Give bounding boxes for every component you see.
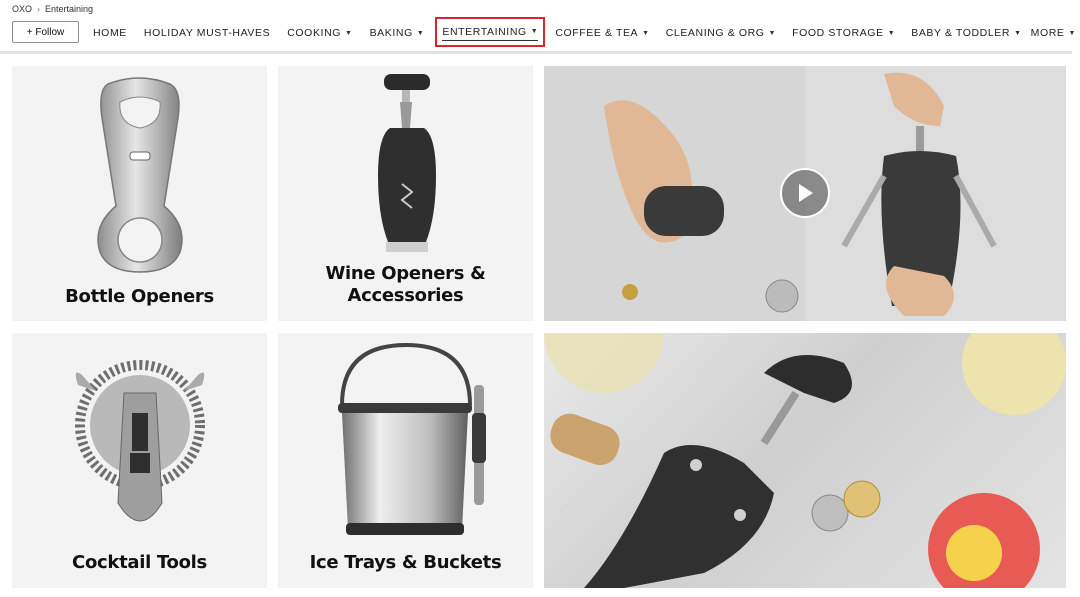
tile-label: Cocktail Tools	[72, 552, 207, 573]
nav-item-baby-toddler[interactable]: BABY & TODDLER ▼	[911, 27, 1021, 39]
nav-divider	[0, 51, 1072, 54]
nav-item-food-storage[interactable]: FOOD STORAGE ▼	[792, 27, 895, 39]
nav-item-more[interactable]: MORE ▼	[1031, 27, 1076, 39]
caret-down-icon: ▼	[887, 29, 896, 37]
nav-item-coffee-tea[interactable]: COFFEE & TEA ▼	[555, 27, 649, 39]
nav-item-label: BABY & TODDLER	[911, 27, 1011, 39]
lifestyle-corkscrew-image	[544, 333, 1066, 588]
nav-item-home[interactable]: HOME	[93, 27, 127, 39]
follow-button[interactable]: + Follow	[12, 21, 79, 43]
tile-label: Ice Trays & Buckets	[309, 552, 502, 573]
nav-item-label: ENTERTAINING	[442, 25, 527, 38]
nav-item-label: HOME	[93, 27, 127, 39]
breadcrumb: OXO › Entertaining	[12, 4, 93, 14]
tile-label-line1: Wine Openers &	[325, 263, 486, 284]
nav-item-cooking[interactable]: COOKING ▼	[287, 27, 352, 39]
caret-down-icon: ▼	[642, 29, 650, 37]
caret-down-icon: ▼	[1014, 29, 1022, 37]
tile-ice-trays[interactable]: Ice Trays & Buckets	[278, 333, 533, 588]
nav-item-holiday-must-haves[interactable]: HOLIDAY MUST-HAVES	[144, 27, 270, 39]
nav-item-label: COFFEE & TEA	[555, 27, 639, 39]
play-icon	[799, 184, 813, 202]
caret-down-icon: ▼	[416, 29, 425, 37]
nav-item-label: COOKING	[287, 27, 342, 39]
caret-down-icon: ▼	[345, 29, 353, 37]
tile-bottle-openers[interactable]: Bottle Openers	[12, 66, 267, 321]
cocktail-strainer-image	[75, 360, 205, 522]
ice-bucket-image	[338, 342, 486, 535]
nav-item-entertaining[interactable]: ENTERTAINING ▼	[435, 17, 546, 47]
tile-label-line2: Accessories	[347, 285, 464, 306]
nav-item-label: CLEANING & ORG	[665, 27, 765, 39]
caret-down-icon: ▼	[530, 28, 539, 35]
nav-item-label: HOLIDAY MUST-HAVES	[143, 27, 271, 39]
nav-item-label: FOOD STORAGE	[792, 27, 884, 39]
bottle-opener-image	[97, 77, 183, 273]
tile-lifestyle-wine-opener[interactable]	[544, 333, 1066, 588]
play-button[interactable]	[780, 168, 830, 218]
tile-video-wine-opener-demo[interactable]	[544, 66, 1066, 321]
nav-item-baking[interactable]: BAKING ▼	[370, 27, 425, 39]
tile-label: Bottle Openers	[65, 286, 214, 307]
nav-item-label: MORE	[1030, 27, 1065, 39]
nav-item-cleaning-org[interactable]: CLEANING & ORG ▼	[666, 27, 776, 39]
chevron-right-icon: ›	[37, 4, 41, 14]
breadcrumb-store-link[interactable]: OXO	[12, 4, 32, 14]
caret-down-icon: ▼	[1068, 29, 1077, 37]
nav-item-label: BAKING	[369, 27, 413, 39]
tile-wine-openers[interactable]: Wine Openers & Accessories	[278, 66, 533, 321]
caret-down-icon: ▼	[768, 29, 777, 37]
tile-cocktail-tools[interactable]: Cocktail Tools	[12, 333, 267, 588]
store-nav: HOME HOLIDAY MUST-HAVES COOKING ▼ BAKING…	[93, 17, 1076, 47]
breadcrumb-current[interactable]: Entertaining	[45, 4, 93, 14]
